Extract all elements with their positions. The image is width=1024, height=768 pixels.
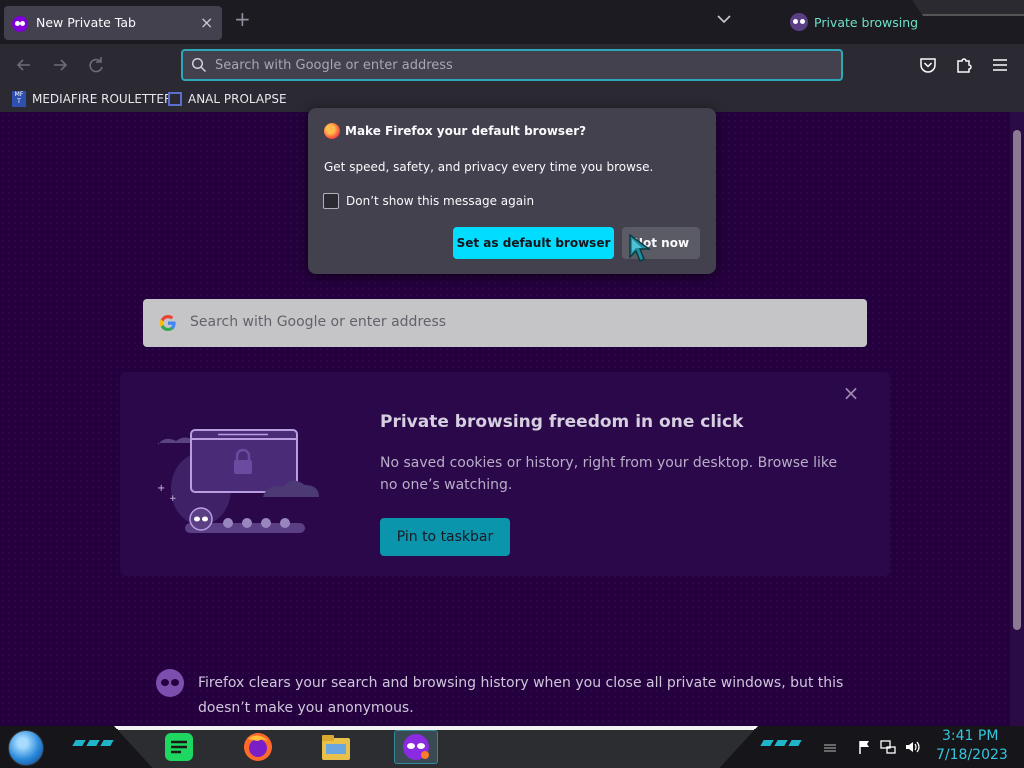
forward-arrow-icon[interactable] [49,54,71,76]
mediafire-favicon-icon: MF T [12,91,26,107]
extensions-puzzle-icon[interactable] [954,55,974,75]
notes-app-icon[interactable] [161,730,197,764]
firefox-private-icon [403,734,429,760]
taskbar-decoration [760,740,810,750]
tab-title: New Private Tab [36,15,136,30]
dont-show-again-label[interactable]: Don’t show this message again [346,194,534,208]
promo-title: Private browsing freedom in one click [380,412,744,432]
firefox-private-taskbar-button[interactable] [394,730,438,764]
scrollbar-thumb[interactable] [1013,130,1021,630]
clock-time[interactable]: 3:41 PM [942,728,998,744]
tab-new-private[interactable]: New Private Tab × [4,6,222,40]
private-mask-icon [12,16,28,32]
panel-header: Make Firefox your default browser? [324,123,586,139]
page-search-box[interactable]: Search with Google or enter address [143,299,867,347]
pin-to-taskbar-button[interactable]: Pin to taskbar [380,518,510,556]
os-taskbar [0,726,1024,768]
private-info-text: Firefox clears your search and browsing … [198,675,844,716]
bookmark-label: ANAL PROLAPSE [188,92,287,106]
firefox-logo-icon [324,123,340,139]
url-input[interactable]: Search with Google or enter address [215,58,453,73]
navigation-toolbar: Search with Google or enter address [0,44,1024,86]
bookmark-mediafire-rouletter[interactable]: MF T MEDIAFIRE ROULETTER [12,90,172,108]
svg-text:+: + [169,494,177,504]
private-mask-icon [156,669,184,697]
mouse-cursor-icon [629,233,652,263]
set-default-browser-button[interactable]: Set as default browser [453,227,614,259]
firefox-icon[interactable] [240,730,276,764]
private-mask-icon [790,13,808,31]
flag-icon[interactable] [856,739,872,755]
chevron-down-icon[interactable] [717,14,731,24]
private-window-illustration: + + [157,429,319,533]
bookmark-favicon-icon [168,92,182,106]
promo-card: + + × Private browsing freedom in one cl… [120,372,890,576]
page-scrollbar[interactable] [1010,112,1024,726]
bookmark-label: MEDIAFIRE ROULETTER [32,92,173,106]
promo-description: No saved cookies or history, right from … [380,455,838,493]
bookmark-anal-prolapse[interactable]: ANAL PROLAPSE [168,90,287,108]
new-tab-button[interactable]: + [234,9,251,29]
hamburger-menu-icon[interactable] [990,55,1010,75]
tab-strip: New Private Tab × + Private browsing [0,0,1024,44]
tab-close-button[interactable]: × [200,13,213,32]
dont-show-again-checkbox[interactable] [323,193,339,209]
search-placeholder[interactable]: Search with Google or enter address [190,314,446,330]
google-logo-icon [159,314,176,332]
default-browser-panel: Make Firefox your default browser? Get s… [308,108,716,274]
pocket-icon[interactable] [918,55,938,75]
show-hidden-icons-icon[interactable] [822,739,838,755]
file-explorer-icon[interactable] [318,730,354,764]
promo-close-button[interactable]: × [842,383,860,403]
window-corner-decoration [912,0,1024,16]
panel-title: Make Firefox your default browser? [345,124,587,138]
private-browsing-label: Private browsing [814,15,919,30]
svg-text:+: + [157,483,165,494]
volume-icon[interactable] [904,739,920,755]
clock-date[interactable]: 7/18/2023 [936,747,1008,763]
panel-body: Get speed, safety, and privacy every tim… [324,160,654,174]
reload-icon[interactable] [85,54,107,76]
search-icon [191,57,207,73]
start-button[interactable] [8,730,44,766]
back-arrow-icon[interactable] [13,54,35,76]
taskbar-decoration [72,740,122,750]
url-bar[interactable]: Search with Google or enter address [181,49,843,81]
network-icon[interactable] [880,739,896,755]
